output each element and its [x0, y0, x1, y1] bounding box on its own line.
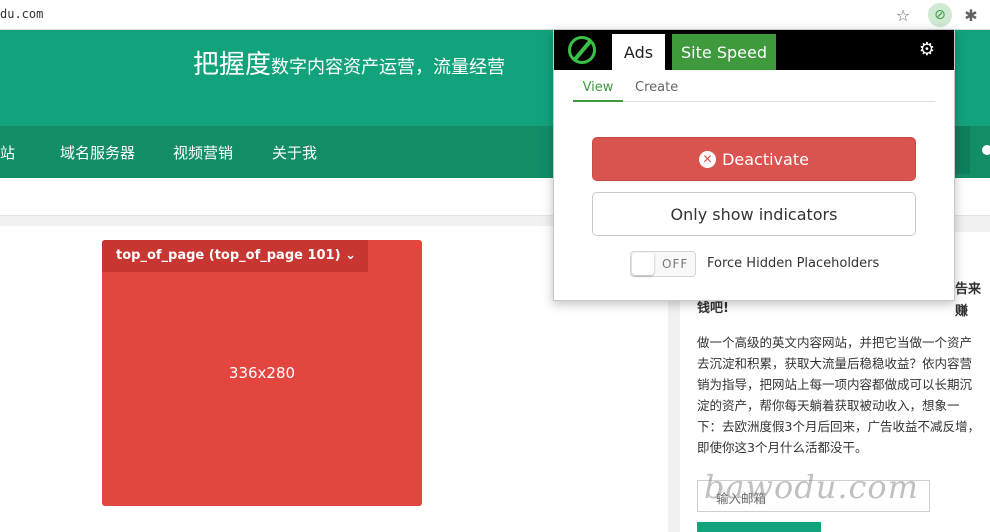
extension-logo-icon: [568, 36, 596, 64]
nav-search-icon[interactable]: [982, 145, 990, 155]
subtab-create[interactable]: Create: [635, 80, 678, 95]
chevron-down-icon: ⌄: [345, 248, 356, 263]
toggle-knob[interactable]: [632, 253, 654, 275]
nav-item-domain-servers[interactable]: 域名服务器: [60, 142, 135, 163]
site-title[interactable]: 把握度数字内容资产运营，流量经营: [193, 44, 505, 81]
extension-popup: Ads Site Speed ⚙ View Create ✕ Deactivat…: [553, 29, 955, 301]
sidebar-line: 下：去欧洲度假3个月后回来，广告收益不减反增，: [697, 419, 980, 434]
watermark: bawodu.com: [704, 468, 920, 506]
toggle-state: OFF: [662, 257, 689, 271]
sidebar-line: 销为指导，把网站上每一项内容都做成可以长期沉: [697, 377, 973, 392]
site-title-main: 把握度: [193, 50, 272, 80]
sidebar-line: 做一个高级的英文内容网站，并把它当做一个资产: [697, 335, 973, 350]
bookmark-star-icon[interactable]: ☆: [892, 4, 914, 26]
tab-ads[interactable]: Ads: [612, 34, 665, 70]
screen: du.com ☆ ⊘ ✱ 把握度数字内容资产运营，流量经营 站 域名服务器 视频…: [0, 0, 990, 532]
sidebar-line: 即使你这3个月什么活都没干。: [697, 440, 868, 455]
toggle-label: Force Hidden Placeholders: [707, 256, 880, 271]
subscribe-button[interactable]: [697, 522, 821, 532]
sidebar-line: 去沉淀和积累，获取大流量后稳稳收益？依内容营: [697, 356, 973, 371]
url-text[interactable]: du.com: [0, 7, 43, 21]
sidebar-description: 做一个高级的英文内容网站，并把它当做一个资产 去沉淀和积累，获取大流量后稳稳收益…: [697, 332, 990, 458]
subtab-view[interactable]: View: [573, 80, 623, 102]
nav-item-video-marketing[interactable]: 视频营销: [173, 142, 233, 163]
ad-inspector-extension-icon[interactable]: ⊘: [928, 3, 952, 27]
only-show-indicators-button[interactable]: Only show indicators: [592, 192, 916, 236]
ad-size-label: 336x280: [228, 364, 296, 382]
force-hidden-toggle[interactable]: OFF: [630, 251, 696, 277]
nav-item-about[interactable]: 关于我: [272, 142, 317, 163]
deactivate-button[interactable]: ✕ Deactivate: [592, 137, 916, 181]
sidebar-heading-part2: 钱吧!: [697, 301, 729, 316]
gear-icon[interactable]: ⚙: [916, 38, 938, 60]
site-title-tagline: 数字内容资产运营，流量经营: [271, 57, 506, 78]
close-circle-icon: ✕: [699, 150, 717, 168]
sidebar-line: 淀的资产，帮你每天躺着获取被动收入，想象一: [697, 398, 960, 413]
ad-slot-name: top_of_page (top_of_page 101): [116, 248, 341, 263]
nav-item-site[interactable]: 站: [0, 142, 15, 163]
sidebar-heading-part1: 告来赚: [955, 282, 982, 319]
deactivate-label: Deactivate: [722, 149, 809, 169]
extensions-puzzle-icon[interactable]: ✱: [960, 4, 982, 26]
ad-slot-tag[interactable]: top_of_page (top_of_page 101) ⌄: [102, 240, 368, 272]
browser-address-bar[interactable]: du.com ☆ ⊘ ✱: [0, 0, 990, 30]
tab-site-speed[interactable]: Site Speed: [672, 34, 776, 70]
sub-tabs: View Create: [573, 80, 935, 102]
